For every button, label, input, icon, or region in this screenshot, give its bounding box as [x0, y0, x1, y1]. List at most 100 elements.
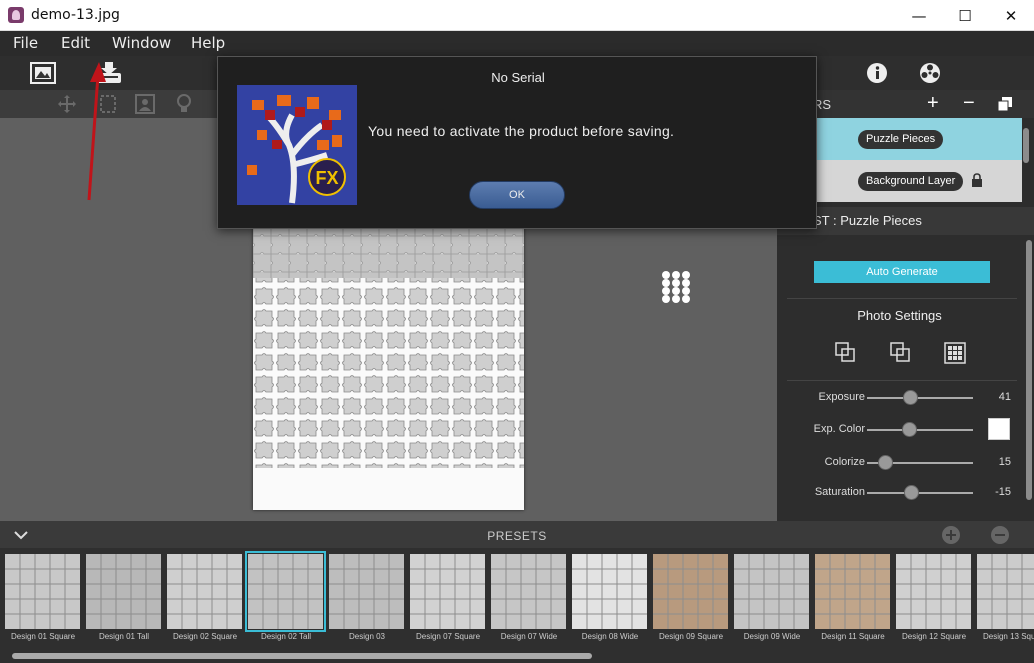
canvas-document[interactable] [253, 218, 524, 510]
dialog-message: You need to activate the product before … [368, 123, 675, 139]
puzzle-artwork [253, 218, 524, 510]
presets-scrollbar[interactable] [12, 653, 592, 659]
preset-thumbnail[interactable] [815, 554, 890, 629]
settings-scrollbar[interactable] [1026, 240, 1032, 500]
exp-color-swatch[interactable] [988, 418, 1010, 440]
annotation-arrow [87, 62, 106, 201]
preset-preview [5, 554, 80, 629]
slider-knob[interactable] [904, 485, 919, 500]
exp-color-slider[interactable]: Exp. Color [777, 420, 1022, 440]
preset-thumbnail[interactable] [329, 554, 404, 629]
photo-grid-icon[interactable] [943, 341, 967, 365]
preset-caption: Design 12 Square [901, 632, 967, 641]
info-button[interactable] [862, 59, 892, 87]
close-button[interactable]: ✕ [988, 0, 1034, 31]
portrait-tool-icon[interactable] [135, 94, 155, 114]
slider-value: 15 [998, 456, 1011, 468]
remove-preset-icon[interactable] [990, 525, 1010, 545]
photo-settings-heading: Photo Settings [857, 308, 942, 323]
colorize-slider[interactable]: Colorize 15 [777, 453, 1022, 473]
divider [787, 298, 1017, 299]
layer-row-puzzle-pieces[interactable]: Puzzle Pieces [817, 118, 1022, 160]
slider-label: Exposure [818, 391, 865, 403]
dialog-title: No Serial [491, 70, 545, 85]
preset-preview [734, 554, 809, 629]
ok-button[interactable]: OK [469, 181, 565, 209]
app-icon [8, 7, 24, 23]
saturation-slider[interactable]: Saturation -15 [777, 483, 1022, 503]
preset-caption: Design 09 Wide [743, 632, 801, 641]
add-layer-button[interactable]: + [927, 92, 939, 115]
slider-track[interactable] [867, 429, 973, 431]
layer-row-background[interactable]: Background Layer [817, 160, 1022, 202]
preset-caption: Design 03 [348, 632, 386, 641]
slider-knob[interactable] [878, 455, 893, 470]
preset-thumbnail[interactable] [977, 554, 1034, 629]
layer-name: Puzzle Pieces [858, 130, 944, 149]
preset-thumbnail[interactable] [410, 554, 485, 629]
settings-button[interactable] [915, 59, 945, 87]
open-image-icon [30, 62, 56, 84]
preset-thumbnail[interactable] [572, 554, 647, 629]
preset-thumbnail[interactable] [5, 554, 80, 629]
maximize-button[interactable]: ☐ [942, 0, 988, 31]
product-logo: FX [237, 85, 357, 205]
preset-preview [977, 554, 1034, 629]
exposure-slider[interactable]: Exposure 41 [777, 388, 1022, 408]
preset-thumbnail[interactable] [653, 554, 728, 629]
slider-knob[interactable] [903, 390, 918, 405]
photo-align-right-icon[interactable] [889, 341, 913, 365]
layer-name: Background Layer [858, 172, 964, 191]
preset-caption: Design 01 Square [10, 632, 76, 641]
preset-caption: Design 09 Square [658, 632, 724, 641]
menu-file[interactable]: File [13, 34, 38, 52]
menu-bar: File Edit Window Help [0, 31, 1034, 56]
move-tool-icon[interactable] [57, 94, 77, 114]
presets-strip: Design 01 Square Design 01 Tall Design 02 … [0, 548, 1034, 663]
menu-edit[interactable]: Edit [61, 34, 90, 52]
menu-help[interactable]: Help [191, 34, 225, 52]
presets-bar: PRESETS [0, 521, 1034, 548]
slider-value: -15 [995, 486, 1011, 498]
divider [787, 380, 1017, 381]
preset-thumbnail[interactable] [86, 554, 161, 629]
info-icon [867, 63, 887, 83]
preset-thumbnail[interactable] [245, 551, 326, 632]
preset-caption: Design 13 Square [982, 632, 1034, 641]
duplicate-layer-icon[interactable] [998, 97, 1012, 111]
preset-preview [248, 554, 323, 629]
layers-scrollbar[interactable] [1023, 128, 1029, 163]
slider-track[interactable] [867, 397, 973, 399]
preset-title: ST : Puzzle Pieces [813, 213, 922, 228]
open-image-button[interactable] [28, 59, 58, 87]
photo-align-left-icon[interactable] [834, 341, 858, 365]
auto-generate-button[interactable]: Auto Generate [814, 261, 990, 283]
preset-caption: Design 11 Square [821, 632, 885, 641]
lock-icon[interactable] [971, 173, 983, 187]
preset-thumbnail[interactable] [734, 554, 809, 629]
preset-preview [572, 554, 647, 629]
remove-layer-button[interactable]: − [963, 92, 975, 115]
slider-track[interactable] [867, 492, 973, 494]
preset-preview [329, 554, 404, 629]
slider-value: 41 [998, 391, 1011, 403]
menu-window[interactable]: Window [112, 34, 171, 52]
preset-thumbnail[interactable] [896, 554, 971, 629]
preset-caption: Design 02 Square [172, 632, 238, 641]
grid-view-icon[interactable] [661, 270, 691, 304]
window-title: demo-13.jpg [31, 7, 120, 23]
preset-caption: Design 07 Wide [500, 632, 558, 641]
settings-icon [920, 63, 940, 83]
preset-preview [86, 554, 161, 629]
minimize-button[interactable]: — [896, 0, 942, 31]
light-tool-icon[interactable] [175, 93, 193, 115]
preset-preview [896, 554, 971, 629]
preset-thumbnail[interactable] [491, 554, 566, 629]
add-preset-icon[interactable] [941, 525, 961, 545]
product-logo-image: FX [237, 85, 357, 205]
presets-title: PRESETS [487, 529, 547, 543]
title-bar: demo-13.jpg — ☐ ✕ [0, 0, 1034, 31]
slider-knob[interactable] [902, 422, 917, 437]
preset-preview [653, 554, 728, 629]
preset-thumbnail[interactable] [167, 554, 242, 629]
